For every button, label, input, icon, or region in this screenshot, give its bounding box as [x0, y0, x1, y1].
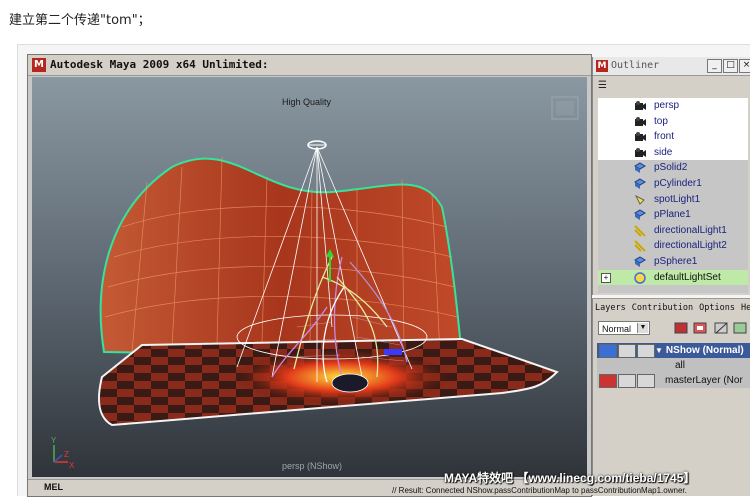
- outliner-item-label: directionalLight1: [654, 224, 727, 236]
- layer-menu-item[interactable]: Contribution: [632, 303, 693, 313]
- sphere-object: [384, 349, 402, 355]
- axis-z-label: Z: [64, 450, 69, 459]
- mesh-icon: [634, 162, 646, 174]
- outliner-item-label: spotLight1: [654, 193, 701, 205]
- outliner-item-label: pCylinder1: [654, 178, 702, 189]
- playback-toggle-icon[interactable]: [618, 344, 636, 358]
- maya-logo-icon: M: [596, 60, 608, 72]
- expand-icon[interactable]: +: [601, 272, 611, 283]
- outliner-item[interactable]: side: [598, 144, 748, 161]
- outliner-item[interactable]: directionalLight1: [598, 223, 748, 239]
- outliner-item-label: pSolid2: [654, 162, 688, 174]
- layer-menu-item[interactable]: Options: [699, 303, 735, 313]
- maya-logo-icon: M: [32, 58, 46, 72]
- outliner-item[interactable]: top: [598, 113, 748, 130]
- camera-label: persp (NShow): [282, 461, 342, 471]
- mesh-icon: [634, 256, 646, 268]
- outliner-item-label: directionalLight2: [654, 240, 727, 252]
- outliner-item[interactable]: persp: [598, 98, 748, 114]
- expand-arrow-icon[interactable]: ▼: [655, 346, 663, 355]
- outliner-item-label: pSphere1: [654, 256, 698, 267]
- layer-attributes-icon[interactable]: [713, 320, 730, 336]
- outliner-item[interactable]: pPlane1: [598, 207, 748, 223]
- layer-row[interactable]: masterLayer (Nor: [597, 373, 750, 388]
- layer-mode-select[interactable]: Normal ▼: [598, 321, 650, 335]
- new-layer-icon[interactable]: [673, 320, 690, 336]
- layer-row[interactable]: ▼ NShow (Normal): [597, 343, 750, 358]
- mesh-icon: [634, 178, 646, 190]
- directional-light-icon: [634, 225, 646, 237]
- result-line: // Result: Connected NShow.passContribut…: [392, 486, 750, 495]
- maximize-button[interactable]: □: [723, 59, 738, 73]
- layer-mode-value: Normal: [602, 324, 632, 334]
- sculpture-base: [331, 373, 369, 393]
- filter-icon[interactable]: ☰: [598, 80, 612, 92]
- outliner-item-label: defaultLightSet: [654, 271, 721, 283]
- quality-label: High Quality: [282, 97, 332, 107]
- visibility-toggle-icon[interactable]: [599, 344, 617, 358]
- spotlight-icon: [634, 194, 646, 206]
- outliner-item[interactable]: spotLight1: [598, 192, 748, 208]
- outliner-titlebar: M Outliner _ □ ×: [593, 57, 750, 76]
- camera-icon: [634, 100, 646, 112]
- layer-label: all: [675, 360, 686, 371]
- outliner-item-label: side: [654, 146, 673, 158]
- maya-window: M Autodesk Maya 2009 x64 Unlimited: High…: [27, 54, 592, 497]
- display-type-icon[interactable]: [637, 374, 655, 388]
- viewport-scene: High Quality persp (NShow) Y Z X: [32, 77, 587, 477]
- outliner-list[interactable]: persp top front side pSolid2 pCylinder1 spotLi…: [598, 98, 748, 293]
- light-set-icon: [634, 271, 646, 284]
- layer-menu-bar: Layers Contribution Options He: [595, 303, 750, 313]
- visibility-toggle-icon[interactable]: [599, 374, 617, 388]
- close-button[interactable]: ×: [739, 59, 750, 73]
- outliner-item-label: pPlane1: [654, 209, 691, 221]
- axis-x-label: X: [69, 461, 75, 470]
- camera-icon: [634, 116, 646, 128]
- outliner-item[interactable]: pCylinder1: [598, 176, 748, 192]
- axis-y-label: Y: [51, 436, 57, 445]
- layer-row[interactable]: all: [597, 358, 750, 373]
- outliner-item[interactable]: front: [598, 129, 748, 145]
- outliner-title: Outliner: [611, 60, 660, 71]
- maya-titlebar: M Autodesk Maya 2009 x64 Unlimited:: [28, 55, 591, 76]
- directional-light-icon: [634, 240, 646, 253]
- perspective-viewport[interactable]: High Quality persp (NShow) Y Z X: [32, 77, 587, 477]
- layer-menu-item[interactable]: He: [741, 303, 750, 313]
- layer-text: masterLayer (Nor: [665, 373, 743, 388]
- camera-icon: [634, 147, 646, 159]
- outliner-window: M Outliner _ □ × ☰ persp top front side pSol…: [592, 57, 750, 295]
- camera-icon: [634, 131, 646, 143]
- playback-toggle-icon[interactable]: [618, 374, 636, 388]
- outliner-item[interactable]: directionalLight2: [598, 238, 748, 254]
- outliner-item[interactable]: pSphere1: [598, 254, 748, 270]
- caption-text: 建立第二个传递"tom"；: [9, 13, 151, 28]
- outliner-item[interactable]: pSolid2: [598, 160, 748, 176]
- outliner-item-label: persp: [654, 100, 680, 111]
- layer-editor: Layers Contribution Options He Normal ▼ ▼ NS…: [592, 298, 750, 496]
- new-layer-selected-icon[interactable]: [692, 320, 709, 336]
- watermark-text: MAYA特效吧 【www.linecg.com/tieba/1745】: [444, 471, 696, 485]
- layer-text: ▼ NShow (Normal): [655, 343, 744, 358]
- layer-text: all: [675, 358, 685, 373]
- outliner-item-label: top: [654, 115, 668, 127]
- minimize-button[interactable]: _: [707, 59, 722, 73]
- outliner-toolbar: ☰: [593, 77, 750, 95]
- layer-label: masterLayer (Nor: [665, 375, 743, 386]
- outliner-item-label: front: [654, 131, 675, 143]
- chevron-down-icon: ▼: [637, 323, 648, 333]
- display-type-icon[interactable]: [637, 344, 655, 358]
- mel-label: MEL: [44, 482, 63, 492]
- outliner-item[interactable]: + defaultLightSet: [598, 269, 748, 286]
- mesh-icon: [634, 209, 646, 221]
- layer-menu-item[interactable]: Layers: [595, 303, 626, 313]
- maya-window-title: Autodesk Maya 2009 x64 Unlimited:: [50, 58, 269, 71]
- layer-options-icon[interactable]: [732, 320, 749, 336]
- layer-label: NShow (Normal): [665, 345, 744, 356]
